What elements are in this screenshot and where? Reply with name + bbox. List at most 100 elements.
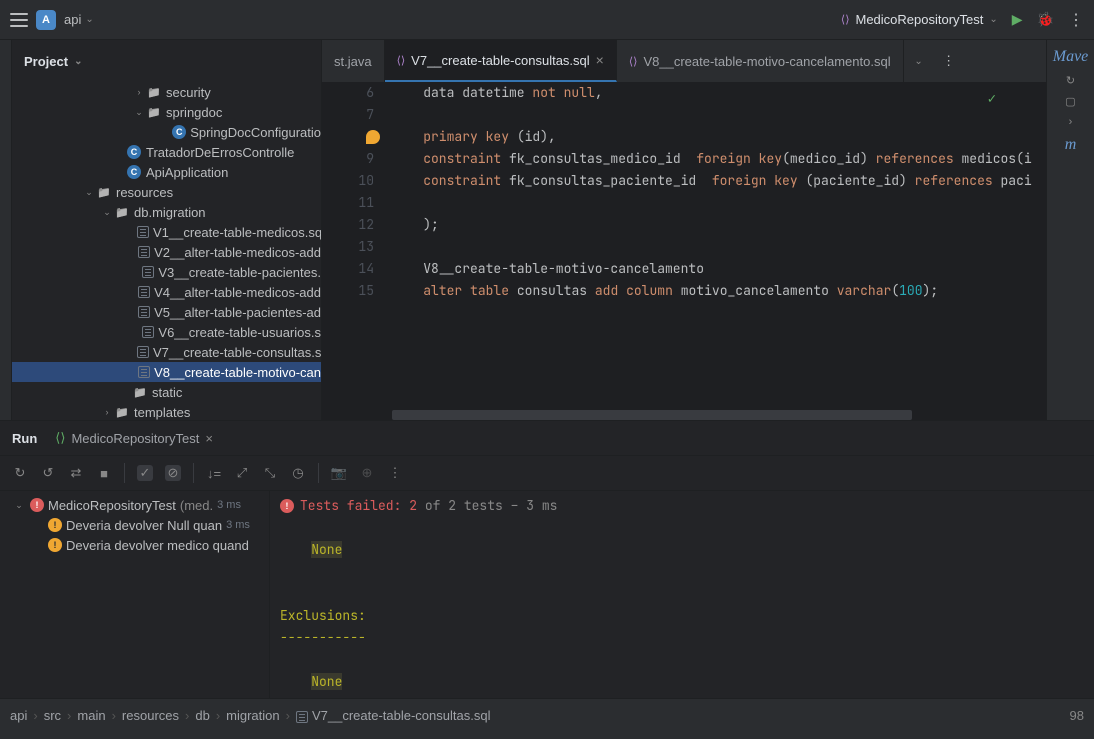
more-actions-icon[interactable]: ⋮: [1068, 10, 1084, 30]
test-run-tab[interactable]: ⟨⟩ MedicoRepositoryTest ×: [55, 430, 213, 446]
tree-arrow-icon[interactable]: ⌄: [12, 500, 26, 511]
project-tree[interactable]: ›security⌄springdocCSpringDocConfigurati…: [12, 82, 321, 420]
history-icon[interactable]: ◷: [290, 465, 306, 481]
debug-button[interactable]: 🐞: [1037, 11, 1054, 28]
expand-icon[interactable]: ⤢: [234, 465, 250, 481]
tree-label: V6__create-table-usuarios.s: [158, 325, 321, 340]
project-toolwindow-header[interactable]: Project ⌄: [12, 40, 321, 82]
test-tree-item[interactable]: ⌄!MedicoRepositoryTest (med. 3 ms: [0, 495, 269, 515]
breadcrumb-segment[interactable]: db: [195, 708, 209, 723]
breadcrumb-segment[interactable]: main: [77, 708, 105, 723]
project-title-label: Project: [24, 54, 68, 69]
run-config-dropdown[interactable]: ⟨⟩ MedicoRepositoryTest ⌄: [841, 12, 998, 27]
file-icon: [138, 306, 150, 318]
tree-item[interactable]: V6__create-table-usuarios.s: [12, 322, 321, 342]
class-icon: C: [172, 125, 186, 139]
notifications-icon[interactable]: ↻: [1066, 74, 1075, 87]
tree-item[interactable]: V2__alter-table-medicos-add: [12, 242, 321, 262]
breadcrumb-segment[interactable]: V7__create-table-consultas.sql: [296, 708, 491, 723]
tool-icon[interactable]: ▢: [1065, 95, 1075, 108]
test-tree-item[interactable]: !Deveria devolver medico quand: [0, 535, 269, 555]
tree-label: V7__create-table-consultas.s: [153, 345, 321, 360]
tree-item[interactable]: V5__alter-table-pacientes-ad: [12, 302, 321, 322]
file-icon: [137, 226, 149, 238]
breadcrumb[interactable]: api›src›main›resources›db›migration›V7__…: [10, 708, 1070, 723]
editor-tabs: st.java ⟨⟩ V7__create-table-consultas.sql ×…: [322, 40, 1046, 82]
tab-label: st.java: [334, 54, 372, 69]
tree-item[interactable]: V8__create-table-motivo-can: [12, 362, 321, 382]
file-icon: [142, 266, 154, 278]
breadcrumb-separator-icon: ›: [216, 708, 220, 723]
run-button[interactable]: ▶: [1012, 11, 1023, 28]
tree-item[interactable]: static: [12, 382, 321, 402]
m-icon[interactable]: m: [1065, 136, 1077, 154]
chevron-down-icon: ⌄: [74, 56, 82, 67]
tree-item[interactable]: ⌄springdoc: [12, 102, 321, 122]
tree-item[interactable]: ⌄resources: [12, 182, 321, 202]
rerun-icon[interactable]: ↻: [12, 465, 28, 481]
rerun-failed-icon[interactable]: ↺: [40, 465, 56, 481]
folder-icon: [114, 404, 130, 420]
test-extra: (med.: [180, 498, 213, 513]
breadcrumb-segment[interactable]: src: [44, 708, 61, 723]
tab-more-icon[interactable]: ⋮: [934, 40, 964, 82]
tree-item[interactable]: ›templates: [12, 402, 321, 420]
editor-tab[interactable]: ⟨⟩V7__create-table-consultas.sql×: [385, 40, 617, 82]
sql-file-icon: ⟨⟩: [629, 55, 638, 68]
file-icon: [142, 326, 154, 338]
tree-item[interactable]: ⌄db.migration: [12, 202, 321, 222]
tab-dropdown-icon[interactable]: ⌄: [904, 40, 934, 82]
file-icon: [137, 346, 149, 358]
editor-tab[interactable]: st.java: [322, 40, 385, 82]
run-tab[interactable]: Run: [12, 431, 37, 446]
intention-bulb-icon[interactable]: [366, 130, 380, 144]
console-output[interactable]: !Tests failed: 2 of 2 tests – 3 ms None …: [270, 491, 1094, 698]
tree-item[interactable]: V7__create-table-consultas.s: [12, 342, 321, 362]
tree-item[interactable]: V4__alter-table-medicos-add: [12, 282, 321, 302]
test-tree[interactable]: ⌄!MedicoRepositoryTest (med. 3 ms!Deveri…: [0, 491, 270, 698]
chevron-right-icon[interactable]: ›: [1069, 116, 1073, 128]
run-toolbar: ↻ ↺ ⇄ ■ ✓ ⊘ ↓= ⤢ ⤡ ◷ 📷 ⊕ ⋮: [0, 456, 1094, 491]
tab-label: V7__create-table-consultas.sql: [411, 53, 590, 68]
test-tree-item[interactable]: !Deveria devolver Null quan 3 ms: [0, 515, 269, 535]
stop-icon[interactable]: ■: [96, 465, 112, 481]
status-right: 98: [1070, 708, 1084, 723]
more-icon[interactable]: ⋮: [387, 465, 403, 481]
tree-item[interactable]: V1__create-table-medicos.sql: [12, 222, 321, 242]
breadcrumb-segment[interactable]: api: [10, 708, 27, 723]
main-menu-icon[interactable]: [10, 13, 28, 27]
tree-arrow-icon[interactable]: ⌄: [132, 107, 146, 118]
close-icon[interactable]: ×: [205, 431, 213, 446]
inspection-ok-icon[interactable]: ✓: [988, 90, 996, 108]
console-line: Exclusions:: [280, 605, 1084, 627]
tree-item[interactable]: CSpringDocConfiguratio: [12, 122, 321, 142]
collapse-icon[interactable]: ⤡: [262, 465, 278, 481]
gutter[interactable]: 6789101112131415: [322, 82, 392, 420]
tree-item[interactable]: CTratadorDeErrosControlle: [12, 142, 321, 162]
tree-item[interactable]: ›security: [12, 82, 321, 102]
horizontal-scrollbar[interactable]: [392, 410, 1026, 420]
close-icon[interactable]: ×: [596, 52, 604, 68]
tree-arrow-icon[interactable]: ⌄: [100, 207, 114, 218]
tree-arrow-icon[interactable]: ›: [100, 407, 114, 417]
breadcrumb-separator-icon: ›: [286, 708, 290, 723]
tree-item[interactable]: V3__create-table-pacientes.: [12, 262, 321, 282]
test-status-line: !Tests failed: 2 of 2 tests – 3 ms: [280, 495, 1084, 517]
tree-arrow-icon[interactable]: ›: [132, 87, 146, 97]
toggle-auto-icon[interactable]: ⇄: [68, 465, 84, 481]
code-editor[interactable]: ✓ 6789101112131415 data datetime not nul…: [322, 82, 1046, 420]
project-dropdown[interactable]: api ⌄: [64, 12, 94, 27]
code-content[interactable]: data datetime not null, primary key (id)…: [392, 82, 1046, 420]
sort-icon[interactable]: ↓=: [206, 465, 222, 481]
breadcrumb-segment[interactable]: migration: [226, 708, 279, 723]
left-tool-rail[interactable]: [0, 40, 12, 420]
tree-arrow-icon[interactable]: ⌄: [82, 187, 96, 198]
show-ignored-icon[interactable]: ⊘: [165, 465, 181, 481]
editor-tab[interactable]: ⟨⟩V8__create-table-motivo-cancelamento.s…: [617, 40, 904, 82]
console-line: None: [280, 671, 1084, 693]
maven-toolwindow-button[interactable]: Mave: [1053, 48, 1089, 66]
tree-item[interactable]: CApiApplication: [12, 162, 321, 182]
show-passed-icon[interactable]: ✓: [137, 465, 153, 481]
breadcrumb-segment[interactable]: resources: [122, 708, 179, 723]
class-icon: C: [127, 165, 141, 179]
